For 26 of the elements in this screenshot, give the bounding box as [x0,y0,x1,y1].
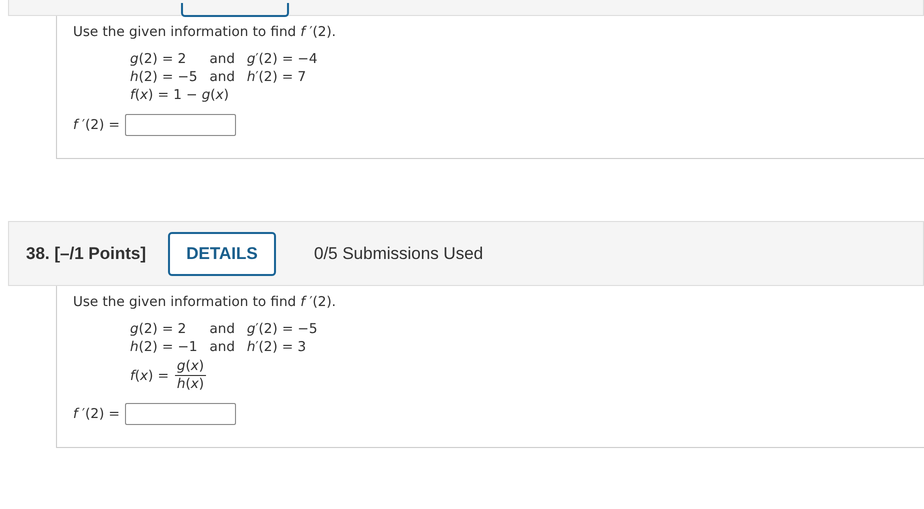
given-value: h′(2) = 3 [246,338,308,356]
given-value: h(2) = −1 [130,338,198,356]
question-prompt: Use the given information to find f ′(2). [73,24,337,40]
function-definition: f(x) = [130,366,169,384]
answer-label: f ′(2) = [73,406,120,422]
given-value: h(2) = −5 [130,68,198,86]
given-value: g(2) = 2 [130,50,188,68]
question-title: 38. [–/1 Points] [26,244,146,264]
question-prompt: Use the given information to find f ′(2). [73,294,337,310]
connector-text: and [209,50,235,68]
answer-field[interactable] [124,114,236,136]
details-button[interactable] [181,3,289,17]
answer-field[interactable] [124,403,236,425]
answer-label: f ′(2) = [73,117,120,133]
connector-text: and [209,68,235,86]
submissions-count: 0/5 Submissions Used [314,244,484,264]
details-button[interactable]: DETAILS [168,232,276,276]
connector-text: and [209,338,235,356]
given-value: g′(2) = −4 [246,50,318,68]
given-value: h′(2) = 7 [246,68,308,86]
denominator: h(x) [176,376,204,393]
given-value: g(2) = 2 [130,320,188,338]
function-definition: f(x) = 1 − g(x) [130,86,230,104]
numerator: g(x) [174,358,206,376]
given-value: g′(2) = −5 [246,320,318,338]
connector-text: and [209,320,235,338]
